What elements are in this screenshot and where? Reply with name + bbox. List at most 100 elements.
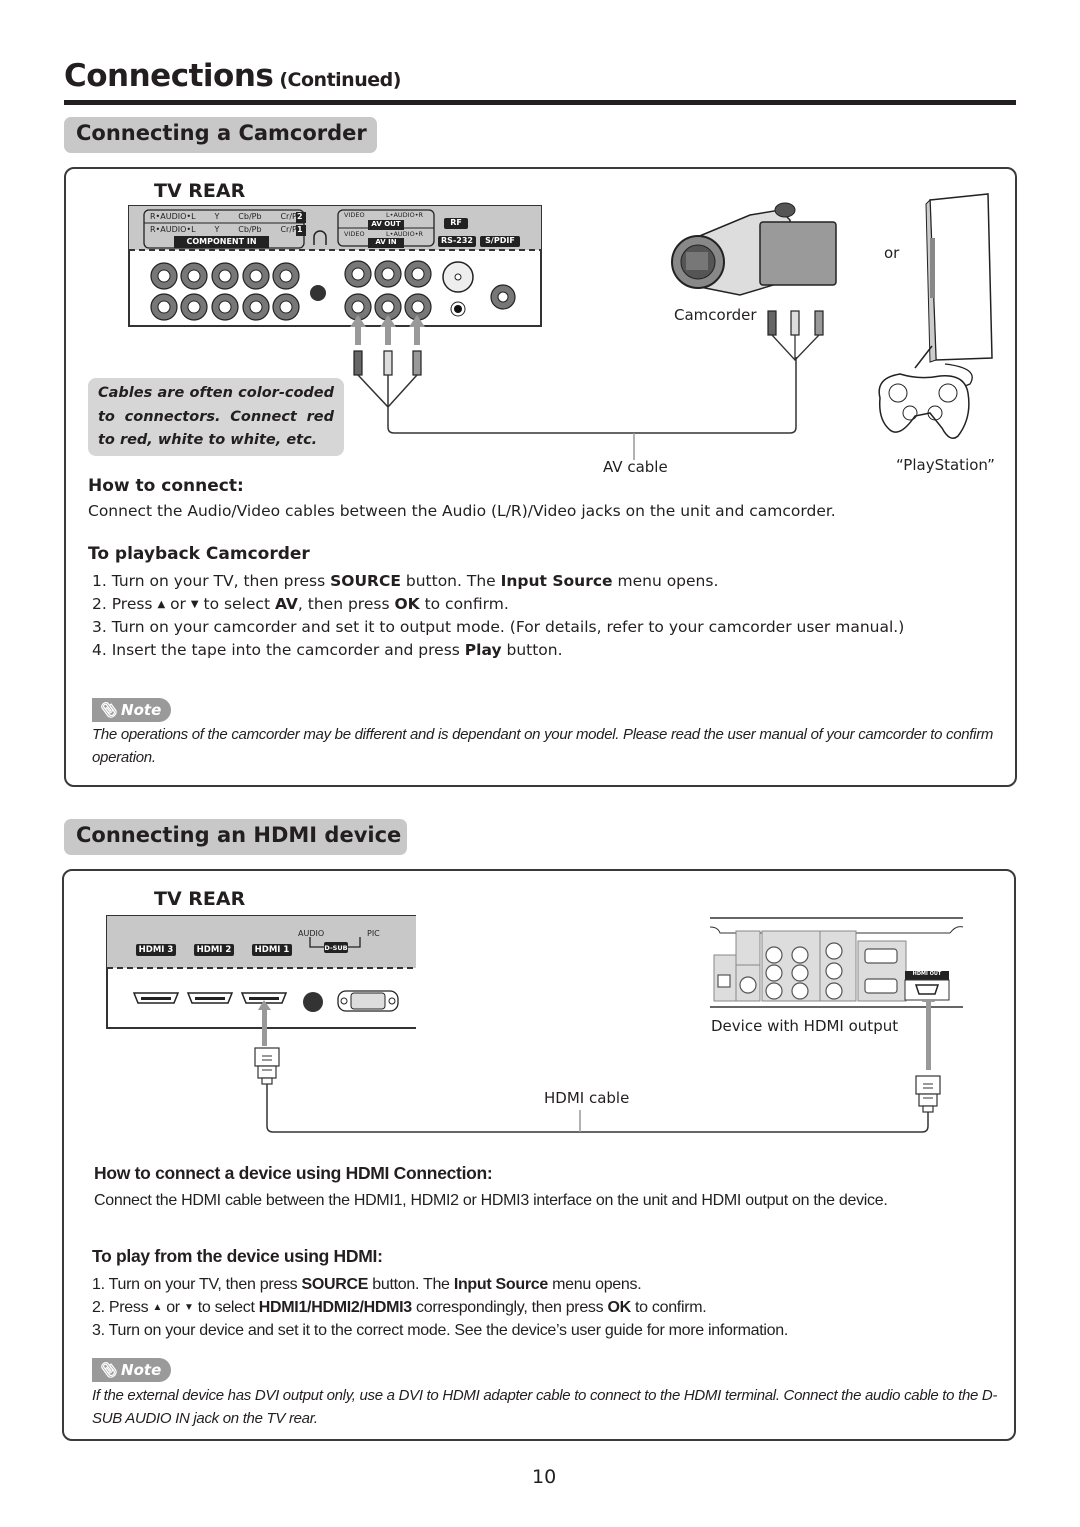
step-1: 1. Turn on your TV, then press SOURCE bu…	[92, 1273, 788, 1296]
label-cb: Cb/Pb	[238, 212, 262, 221]
up-arrow-icon: ▲	[157, 599, 166, 610]
step-text: to confirm.	[630, 1299, 707, 1316]
audio-label: AUDIO	[298, 929, 325, 938]
page-title: Connections (Continued)	[64, 58, 401, 94]
step-text: button.	[501, 641, 563, 659]
down-arrow-icon: ▼	[190, 599, 199, 610]
hdmi-cable-label: HDMI cable	[544, 1089, 630, 1107]
hdmi-option: HDMI1/HDMI2/HDMI3	[258, 1299, 412, 1316]
av-in-label: AV IN	[375, 238, 397, 246]
camcorder-rca-plugs	[767, 310, 824, 361]
label-y: Y	[214, 225, 220, 234]
playstation-illustration	[878, 193, 993, 439]
paperclip-icon: 📎︎	[98, 701, 118, 719]
av-option: AV	[274, 595, 298, 613]
playstation-label: “PlayStation”	[896, 456, 995, 474]
input-source-menu: Input Source	[453, 1276, 548, 1293]
component-number-1: 1	[297, 225, 303, 234]
down-arrow-icon: ▼	[183, 1302, 194, 1313]
page-title-suffix: (Continued)	[279, 69, 401, 91]
av-cable-label: AV cable	[603, 458, 668, 476]
step-3: 3. Turn on your device and set it to the…	[92, 1322, 789, 1339]
source-key: SOURCE	[301, 1276, 369, 1293]
note-label: Note	[121, 1361, 162, 1379]
av-in-video-label: VIDEO	[344, 230, 365, 238]
label-y: Y	[214, 212, 220, 221]
tv-rear-av-panel-diagram	[128, 205, 542, 327]
step-1: 1. Turn on your TV, then press SOURCE bu…	[92, 570, 904, 593]
step-text: or	[162, 1299, 184, 1316]
tv-rear-label-hdmi: TV REAR	[154, 888, 246, 910]
up-arrow-icon: ▲	[152, 1302, 163, 1313]
playback-heading: To playback Camcorder	[88, 544, 310, 564]
how-to-connect-text: Connect the Audio/Video cables between t…	[88, 502, 836, 520]
step-text: correspondingly, then press	[411, 1299, 608, 1316]
label-audio: R•AUDIO•L	[150, 225, 196, 234]
av-out-label: AV OUT	[371, 220, 401, 228]
color-coding-callout: Cables are often color-coded to connecto…	[88, 378, 344, 456]
hdmi-how-to-text: Connect the HDMI cable between the HDMI1…	[94, 1192, 888, 1209]
step-text: 1. Turn on your TV, then press	[92, 1276, 302, 1293]
ok-key: OK	[394, 595, 420, 613]
dsub-label: D-SUB	[324, 944, 348, 952]
spdif-label: S/PDIF	[485, 236, 515, 245]
paperclip-icon: 📎︎	[98, 1361, 118, 1379]
step-4: 4. Insert the tape into the camcorder an…	[92, 639, 904, 662]
step-text: button. The	[368, 1276, 454, 1293]
component-row2-labels: R•AUDIO•L Y Cb/Pb Cr/Pr	[150, 212, 300, 221]
step-text: to select	[193, 1299, 259, 1316]
component-in-label: COMPONENT IN	[186, 237, 257, 246]
step-3: 3. Turn on your camcorder and set it to …	[92, 618, 905, 636]
how-to-connect-heading: How to connect:	[88, 476, 244, 496]
av-in-audio-label: L•AUDIO•R	[386, 230, 424, 238]
input-source-menu: Input Source	[500, 572, 613, 590]
page-number: 10	[532, 1466, 557, 1488]
hdmi3-label: HDMI 3	[138, 945, 174, 955]
hdmi-cable-diagram	[254, 1000, 941, 1133]
hdmi1-label: HDMI 1	[254, 945, 290, 955]
camcorder-note-text: The operations of the camcorder may be d…	[92, 726, 994, 766]
hdmi2-label: HDMI 2	[196, 945, 232, 955]
note-badge: 📎︎ Note	[92, 1358, 172, 1382]
step-text: button. The	[400, 572, 501, 590]
rs232-label: RS-232	[441, 236, 473, 245]
hdmi-play-heading: To play from the device using HDMI:	[92, 1246, 383, 1266]
hdmi-out-label: HDMI OUT	[912, 971, 942, 977]
component-number-2: 2	[297, 212, 303, 221]
rf-label: RF	[450, 218, 462, 227]
label-audio: R•AUDIO•L	[150, 212, 196, 221]
title-rule	[64, 100, 1016, 105]
step-text: 2. Press	[92, 595, 158, 613]
page-title-text: Connections	[64, 58, 274, 94]
step-2: 2. Press ▲ or ▼ to select HDMI1/HDMI2/HD…	[92, 1296, 788, 1319]
play-key: Play	[464, 641, 502, 659]
step-text: menu opens.	[548, 1276, 642, 1293]
tv-rear-label: TV REAR	[154, 180, 246, 202]
hdmi-note-text: If the external device has DVI output on…	[92, 1387, 998, 1427]
step-text: menu opens.	[612, 572, 719, 590]
camcorder-label: Camcorder	[674, 306, 757, 324]
step-text: 1. Turn on your TV, then press	[92, 572, 331, 590]
step-2: 2. Press ▲ or ▼ to select AV, then press…	[92, 593, 904, 616]
ok-key: OK	[607, 1299, 631, 1316]
av-out-audio-label: L•AUDIO•R	[386, 211, 424, 219]
step-text: to select	[198, 595, 275, 613]
note-badge: 📎︎ Note	[92, 698, 172, 722]
av-cable-diagram	[350, 315, 797, 460]
hdmi-how-to-heading: How to connect a device using HDMI Conne…	[94, 1163, 493, 1183]
label-cb: Cb/Pb	[238, 225, 262, 234]
hdmi-steps: 1. Turn on your TV, then press SOURCE bu…	[92, 1273, 788, 1342]
step-text: or	[165, 595, 191, 613]
step-text: , then press	[297, 595, 395, 613]
camcorder-illustration	[671, 202, 837, 296]
av-out-video-label: VIDEO	[344, 211, 365, 219]
pic-label: PIC	[367, 929, 380, 938]
step-text: 4. Insert the tape into the camcorder an…	[92, 641, 465, 659]
section-heading-camcorder: Connecting a Camcorder	[64, 117, 377, 153]
note-label: Note	[121, 701, 162, 719]
component-row1-labels: R•AUDIO•L Y Cb/Pb Cr/Pr	[150, 225, 300, 234]
step-text: to confirm.	[419, 595, 509, 613]
source-key: SOURCE	[330, 572, 401, 590]
section-heading-hdmi: Connecting an HDMI device	[64, 819, 407, 855]
step-text: 2. Press	[92, 1299, 153, 1316]
